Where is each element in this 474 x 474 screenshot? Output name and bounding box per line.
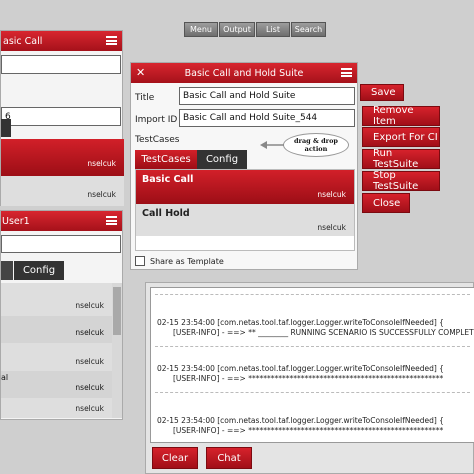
testcase-name: Basic Call bbox=[142, 174, 194, 185]
list-item-user: nselcuk bbox=[75, 404, 104, 413]
hamburger-icon[interactable] bbox=[341, 68, 352, 77]
left-bottom-tab-partial[interactable] bbox=[1, 261, 13, 280]
left-top-tab-partial[interactable] bbox=[1, 119, 11, 137]
list-item[interactable]: nselcuk bbox=[1, 343, 112, 371]
left-bottom-panel-header: User1 bbox=[1, 211, 122, 231]
suite-dialog-header: ✕ Basic Call and Hold Suite bbox=[131, 63, 357, 83]
share-template-label: Share as Template bbox=[150, 257, 224, 266]
save-button[interactable]: Save bbox=[360, 84, 404, 101]
list-item[interactable]: Basic Call nselcuk bbox=[136, 170, 354, 204]
scrollbar-thumb[interactable] bbox=[113, 287, 121, 335]
console-line-timestamp: 02-15 23:54:00 [com.netas.tool.taf.logge… bbox=[157, 318, 444, 327]
list-item[interactable]: nselcuk bbox=[1, 283, 112, 316]
close-icon[interactable]: ✕ bbox=[136, 66, 145, 79]
callout-line-2: action bbox=[304, 145, 328, 153]
list-item-user: nselcuk bbox=[87, 190, 116, 199]
callout-line-1: drag & drop bbox=[294, 137, 338, 145]
list-item[interactable]: nselcuk bbox=[1, 139, 124, 176]
list-item-label: al bbox=[1, 373, 9, 382]
nav-search-button[interactable]: Search bbox=[291, 22, 326, 37]
testcases-label: TestCases bbox=[135, 135, 180, 145]
title-label: Title bbox=[135, 93, 155, 103]
tab-config[interactable]: Config bbox=[197, 150, 247, 169]
console-line-message: [USER-INFO] - ==> ** ________ RUNNING SC… bbox=[173, 328, 474, 337]
list-item[interactable]: al nselcuk bbox=[1, 371, 112, 398]
list-item[interactable]: nselcuk bbox=[1, 316, 112, 343]
console-line-timestamp: 02-15 23:54:00 [com.netas.tool.taf.logge… bbox=[157, 364, 444, 373]
list-item-user: nselcuk bbox=[75, 357, 104, 366]
suite-dialog: ✕ Basic Call and Hold Suite Title Basic … bbox=[130, 62, 358, 270]
console-line-message: [USER-INFO] - ==> **********************… bbox=[173, 374, 444, 383]
list-item-user: nselcuk bbox=[75, 328, 104, 337]
run-testsuite-button[interactable]: Run TestSuite bbox=[362, 148, 440, 170]
list-item[interactable]: Call Hold nselcuk bbox=[136, 204, 354, 236]
left-bottom-field[interactable] bbox=[1, 235, 121, 253]
stop-testsuite-button[interactable]: Stop TestSuite bbox=[362, 170, 440, 192]
nav-output-button[interactable]: Output bbox=[219, 22, 255, 37]
nav-list-button[interactable]: List bbox=[256, 22, 290, 37]
share-template-checkbox[interactable] bbox=[135, 256, 145, 266]
list-item[interactable]: nselcuk bbox=[1, 398, 112, 418]
left-top-field-2[interactable]: 6 bbox=[1, 107, 121, 126]
console-line-message: [USER-INFO] - ==> **********************… bbox=[173, 426, 444, 435]
import-id-label: Import ID bbox=[135, 115, 178, 125]
clear-button[interactable]: Clear bbox=[152, 447, 198, 469]
testcase-user: nselcuk bbox=[317, 223, 346, 232]
arrow-left-icon bbox=[260, 141, 284, 149]
import-id-input[interactable]: Basic Call and Hold Suite_544 bbox=[179, 109, 355, 127]
console-line-timestamp: 02-15 23:54:00 [com.netas.tool.taf.logge… bbox=[157, 416, 444, 425]
left-top-panel: asic Call 6 nselcuk nselcuk bbox=[0, 30, 124, 206]
left-top-field-1[interactable] bbox=[1, 55, 121, 74]
export-ci-button[interactable]: Export For CI bbox=[362, 127, 440, 147]
list-item-user: nselcuk bbox=[75, 383, 104, 392]
chat-button[interactable]: Chat bbox=[206, 447, 252, 469]
hamburger-icon[interactable] bbox=[106, 36, 117, 45]
tab-testcases[interactable]: TestCases bbox=[135, 150, 197, 169]
tab-config[interactable]: Config bbox=[14, 261, 64, 280]
left-top-panel-title: asic Call bbox=[3, 35, 43, 47]
left-bottom-panel-title: User1 bbox=[2, 215, 30, 227]
left-bottom-panel: User1 Config nselcuk nselcuk nselcuk al … bbox=[0, 210, 123, 420]
left-bottom-list: nselcuk nselcuk nselcuk al nselcuk nselc… bbox=[1, 283, 112, 418]
testcase-user: nselcuk bbox=[317, 190, 346, 199]
list-item-user: nselcuk bbox=[87, 159, 116, 168]
scrollbar[interactable] bbox=[112, 283, 122, 418]
testcase-name: Call Hold bbox=[142, 208, 190, 219]
remove-item-button[interactable]: Remove Item bbox=[362, 105, 440, 127]
list-item-user: nselcuk bbox=[75, 301, 104, 310]
console-output[interactable]: 02-15 23:54:00 [com.netas.tool.taf.logge… bbox=[150, 287, 474, 443]
list-item[interactable]: nselcuk bbox=[1, 176, 124, 206]
suite-dialog-title: Basic Call and Hold Suite bbox=[184, 67, 304, 79]
title-input[interactable]: Basic Call and Hold Suite bbox=[179, 87, 355, 105]
nav-menu-button[interactable]: Menu bbox=[184, 22, 218, 37]
close-button[interactable]: Close bbox=[362, 193, 410, 213]
drag-drop-callout: drag & drop action bbox=[283, 133, 349, 157]
output-panel: 02-15 23:54:00 [com.netas.tool.taf.logge… bbox=[145, 282, 474, 474]
testcase-list: Basic Call nselcuk Call Hold nselcuk bbox=[135, 169, 355, 251]
left-top-panel-header: asic Call bbox=[1, 31, 122, 51]
hamburger-icon[interactable] bbox=[106, 216, 117, 225]
